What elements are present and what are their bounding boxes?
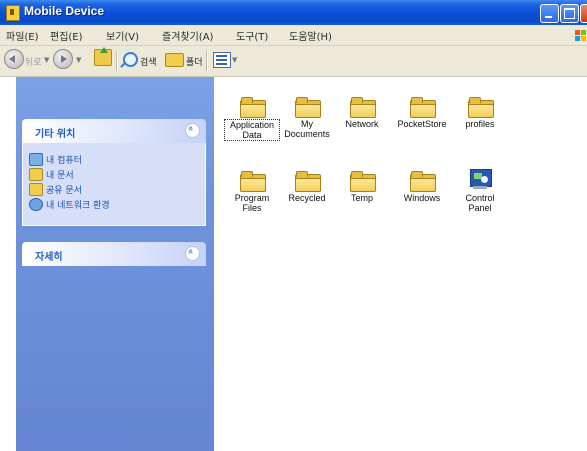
search-icon[interactable] xyxy=(123,52,138,67)
explorer-window: Mobile Device 파일(E) 편집(E) 보기(V) 즐겨찾기(A) … xyxy=(0,0,587,451)
network-icon xyxy=(29,198,43,211)
control-panel-icon xyxy=(467,169,493,191)
place-label: 내 문서 xyxy=(46,171,74,181)
task-pane: 기타 위치 내 컴퓨터 내 문서 공유 문서 내 네트워크 xyxy=(16,77,214,451)
folder-icon xyxy=(294,97,321,118)
other-places-header[interactable]: 기타 위치 xyxy=(22,119,206,143)
menu-bar: 파일(E) 편집(E) 보기(V) 즐겨찾기(A) 도구(T) 도움말(H) xyxy=(0,25,587,46)
toolbar-separator xyxy=(116,51,118,71)
back-dropdown-icon[interactable]: ▼ xyxy=(44,56,49,64)
place-label: 내 컴퓨터 xyxy=(46,156,82,166)
item-label: Application Data xyxy=(224,119,280,141)
menu-favorites[interactable]: 즐겨찾기(A) xyxy=(162,28,213,43)
item-label: PocketStore xyxy=(397,119,447,129)
folder-icon xyxy=(467,97,494,118)
folder-icon xyxy=(239,97,266,118)
other-places-panel: 기타 위치 내 컴퓨터 내 문서 공유 문서 내 네트워크 xyxy=(22,119,206,226)
shared-documents-icon xyxy=(29,183,43,196)
place-label: 내 네트워크 환경 xyxy=(46,201,110,211)
folder-pocketstore[interactable]: PocketStore xyxy=(394,97,450,129)
folder-network[interactable]: Network xyxy=(334,97,390,129)
views-icon[interactable] xyxy=(213,52,231,68)
other-places-list: 내 컴퓨터 내 문서 공유 문서 내 네트워크 환경 xyxy=(22,143,206,226)
folder-program-files[interactable]: Program Files xyxy=(224,171,280,213)
search-button-label[interactable]: 검색 xyxy=(140,55,157,68)
item-label: My Documents xyxy=(284,119,330,139)
item-label: Network xyxy=(345,119,379,129)
folder-temp[interactable]: Temp xyxy=(334,171,390,203)
forward-dropdown-icon[interactable]: ▼ xyxy=(76,56,81,64)
other-places-title: 기타 위치 xyxy=(35,129,76,140)
item-label: profiles xyxy=(465,119,495,129)
toolbar: 뒤로 ▼ ▼ 검색 폴더 ▼ xyxy=(0,46,587,77)
folders-button-label[interactable]: 폴더 xyxy=(186,55,203,68)
item-label: Temp xyxy=(350,193,373,203)
place-label: 공유 문서 xyxy=(46,186,82,196)
item-label: Recycled xyxy=(288,193,326,203)
close-button[interactable] xyxy=(580,4,587,23)
window-title: Mobile Device xyxy=(24,4,105,18)
minimize-button[interactable] xyxy=(540,4,559,23)
details-panel: 자세히 xyxy=(22,242,206,266)
item-label: Windows xyxy=(403,193,441,203)
folders-icon[interactable] xyxy=(165,53,184,67)
item-label: Control Panel xyxy=(465,193,495,213)
documents-icon xyxy=(29,168,43,181)
views-dropdown-icon[interactable]: ▼ xyxy=(232,56,237,64)
menu-file[interactable]: 파일(E) xyxy=(6,28,39,43)
details-header[interactable]: 자세히 xyxy=(22,242,206,266)
computer-icon xyxy=(29,153,43,166)
menu-view[interactable]: 보기(V) xyxy=(106,28,139,43)
control-panel-item[interactable]: Control Panel xyxy=(452,169,508,213)
file-list: Application Data My Documents Network Po… xyxy=(215,77,587,451)
collapse-chevron-icon[interactable] xyxy=(185,123,200,138)
toolbar-separator xyxy=(206,51,208,71)
maximize-button[interactable] xyxy=(560,4,579,23)
folder-icon xyxy=(349,171,376,192)
menu-help[interactable]: 도움말(H) xyxy=(289,28,332,43)
folder-icon xyxy=(294,171,321,192)
details-title: 자세히 xyxy=(35,252,63,263)
device-icon xyxy=(6,5,20,21)
folder-application-data[interactable]: Application Data xyxy=(224,97,280,141)
folder-recycled[interactable]: Recycled xyxy=(279,171,335,203)
forward-button[interactable] xyxy=(53,49,73,69)
item-label: Program Files xyxy=(234,193,270,213)
folder-icon xyxy=(409,97,436,118)
folder-profiles[interactable]: profiles xyxy=(452,97,508,129)
up-folder-icon[interactable] xyxy=(94,47,112,66)
folder-icon xyxy=(409,171,436,192)
folder-windows[interactable]: Windows xyxy=(394,171,450,203)
folder-icon xyxy=(239,171,266,192)
folder-icon xyxy=(349,97,376,118)
title-bar[interactable]: Mobile Device xyxy=(0,0,587,25)
back-label: 뒤로 xyxy=(25,58,42,68)
back-button[interactable] xyxy=(4,49,24,69)
menu-edit[interactable]: 편집(E) xyxy=(50,28,83,43)
expand-chevron-icon[interactable] xyxy=(185,246,200,261)
menu-tools[interactable]: 도구(T) xyxy=(236,28,268,43)
folder-my-documents[interactable]: My Documents xyxy=(279,97,335,139)
windows-logo-icon xyxy=(573,27,587,42)
